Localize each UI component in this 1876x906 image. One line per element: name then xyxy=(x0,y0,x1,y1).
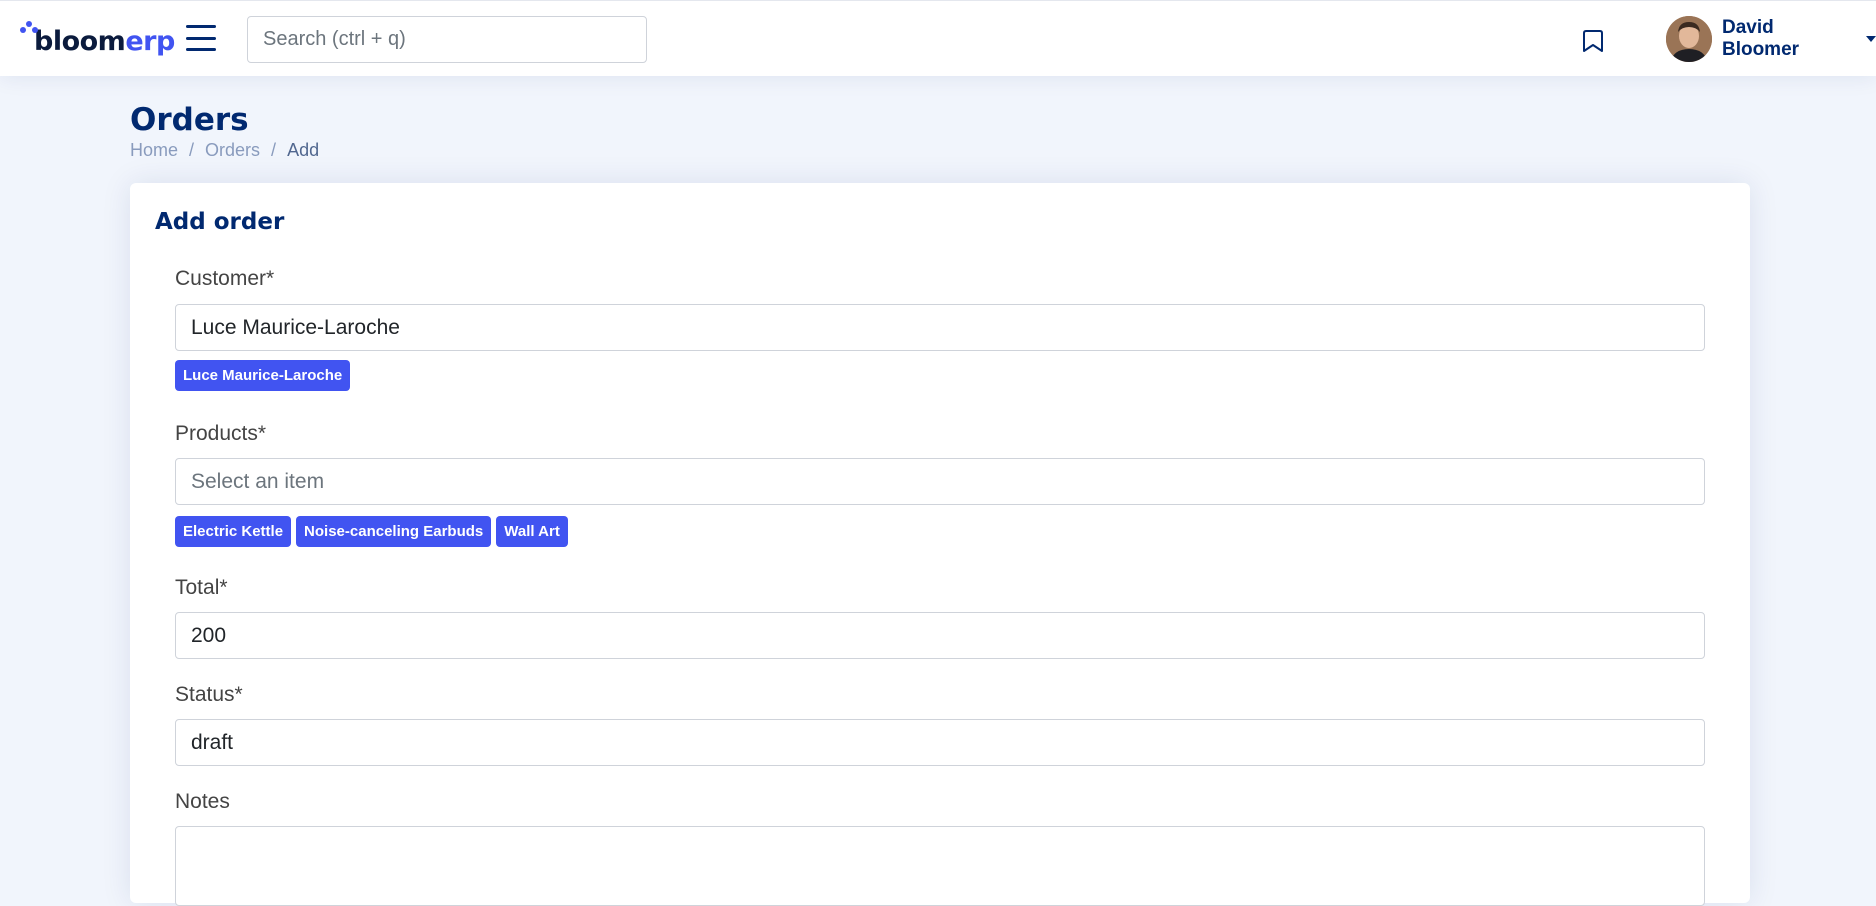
product-tag[interactable]: Electric Kettle xyxy=(175,516,292,547)
breadcrumb-separator: / xyxy=(271,140,277,160)
bloomerp-logo[interactable]: bloomerp xyxy=(20,15,175,61)
breadcrumb-separator: / xyxy=(189,140,195,160)
customer-selected-tags: Luce Maurice-Laroche xyxy=(175,360,351,391)
logo-dots-icon xyxy=(20,21,38,61)
menu-toggle-icon[interactable] xyxy=(186,25,216,51)
page-title: Orders xyxy=(130,102,249,138)
breadcrumb-current: Add xyxy=(287,140,320,160)
status-label: Status* xyxy=(175,683,243,706)
status-input[interactable] xyxy=(175,719,1705,766)
total-label: Total* xyxy=(175,576,228,599)
total-input[interactable] xyxy=(175,612,1705,659)
breadcrumb-home[interactable]: Home xyxy=(130,140,178,161)
customer-tag[interactable]: Luce Maurice-Laroche xyxy=(175,360,351,391)
breadcrumb: Home / Orders / Add xyxy=(130,140,319,161)
product-tag[interactable]: Wall Art xyxy=(496,516,568,547)
avatar xyxy=(1666,16,1712,62)
breadcrumb-orders[interactable]: Orders xyxy=(205,140,260,161)
logo-text-erp: erp xyxy=(125,26,175,57)
products-selected-tags: Electric Kettle Noise-canceling Earbuds … xyxy=(175,516,568,547)
top-header: bloomerp David Bloomer xyxy=(0,0,1876,76)
products-label: Products* xyxy=(175,422,267,445)
bookmark-icon[interactable] xyxy=(1582,29,1604,53)
caret-down-icon xyxy=(1866,36,1876,42)
customer-input[interactable] xyxy=(175,304,1705,351)
profile-dropdown[interactable]: David Bloomer xyxy=(1666,16,1876,62)
customer-label: Customer* xyxy=(175,267,275,290)
notes-label: Notes xyxy=(175,790,230,813)
add-order-card: Add order Customer* Luce Maurice-Laroche… xyxy=(130,183,1750,906)
products-input[interactable] xyxy=(175,458,1705,505)
logo-text-bloom: bloom xyxy=(34,26,126,57)
user-name: David Bloomer xyxy=(1721,17,1800,60)
search-input[interactable] xyxy=(247,16,647,63)
notes-textarea[interactable] xyxy=(175,826,1705,906)
card-title: Add order xyxy=(155,209,285,235)
product-tag[interactable]: Noise-canceling Earbuds xyxy=(296,516,492,547)
